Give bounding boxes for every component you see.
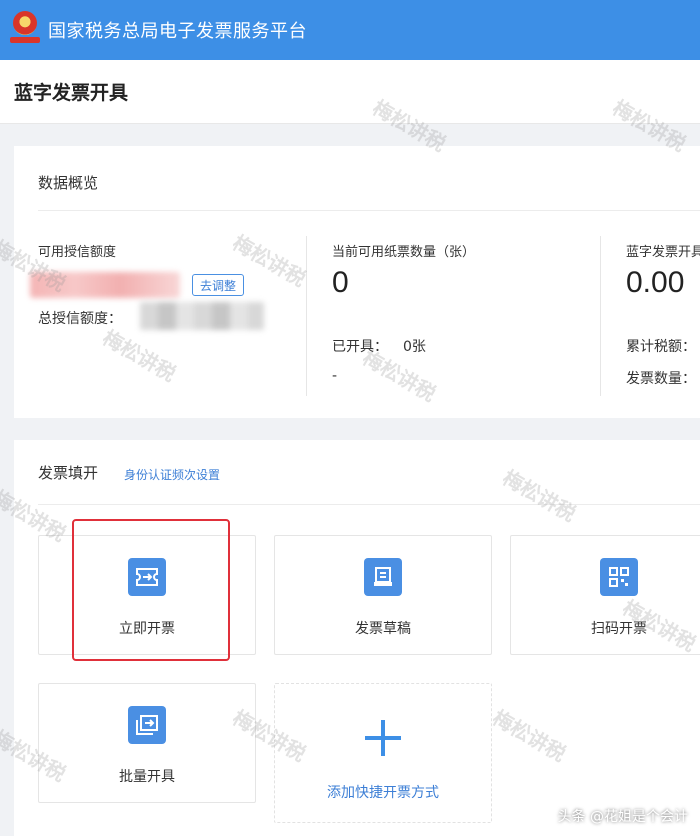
- issued-value: 0张: [403, 339, 426, 355]
- fill-divider: [38, 504, 700, 505]
- highlight-box: [72, 519, 230, 661]
- invoice-draft-tile[interactable]: 发票草稿: [274, 535, 492, 655]
- issued-extra: -: [332, 368, 338, 384]
- top-bar: 国家税务总局电子发票服务平台: [0, 0, 700, 60]
- scan-issue-tile[interactable]: 扫码开票: [510, 535, 700, 655]
- blue-invoice-label: 蓝字发票开具: [626, 245, 700, 260]
- tile-label: 发票草稿: [355, 621, 411, 637]
- batch-issue-tile[interactable]: 批量开具: [38, 683, 256, 803]
- auth-frequency-link[interactable]: 身份认证频次设置: [124, 466, 220, 483]
- adjust-credit-button[interactable]: 去调整: [192, 274, 244, 296]
- blue-invoice-value: 0.00: [626, 266, 685, 299]
- stat-separator: [600, 236, 601, 396]
- national-emblem-icon: [10, 11, 40, 49]
- plus-icon: [365, 720, 401, 756]
- tax-total-label: 累计税额：: [626, 339, 696, 355]
- invoice-fill-title: 发票填开: [38, 464, 99, 482]
- paper-count-label: 当前可用纸票数量（张）: [332, 245, 476, 260]
- source-credit: 头条 @花姐是个会计: [557, 809, 688, 825]
- draft-icon: [364, 558, 402, 596]
- overview-title: 数据概览: [38, 174, 99, 192]
- tile-label: 扫码开票: [591, 621, 647, 637]
- total-credit-label: 总授信额度：: [38, 311, 122, 327]
- page-title: 蓝字发票开具: [14, 82, 129, 104]
- platform-title: 国家税务总局电子发票服务平台: [48, 21, 307, 42]
- paper-count-value: 0: [332, 266, 349, 299]
- redacted-credit-value: [30, 272, 180, 298]
- batch-icon: [128, 706, 166, 744]
- overview-divider: [38, 210, 700, 211]
- issued-label: 已开具：: [332, 339, 388, 355]
- add-shortcut-tile[interactable]: 添加快捷开票方式: [274, 683, 492, 823]
- redacted-total-credit: [140, 302, 264, 330]
- page-header: 蓝字发票开具: [0, 60, 700, 124]
- invoice-count-label: 发票数量：: [626, 371, 696, 387]
- credit-label: 可用授信额度: [38, 245, 117, 260]
- tile-label: 批量开具: [119, 769, 175, 785]
- qrcode-icon: [600, 558, 638, 596]
- stat-separator: [306, 236, 307, 396]
- add-shortcut-label: 添加快捷开票方式: [327, 785, 439, 801]
